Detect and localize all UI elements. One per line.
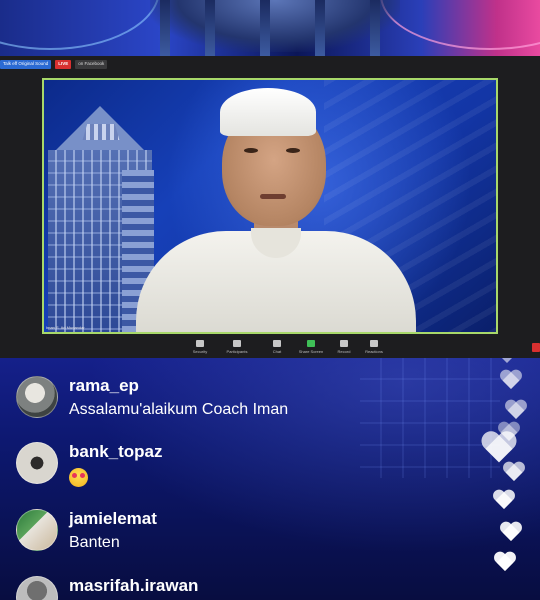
record-icon	[340, 340, 348, 347]
shield-icon	[196, 340, 204, 347]
participants-icon	[233, 340, 241, 347]
end-meeting-button[interactable]	[532, 343, 540, 352]
heart-icon	[503, 462, 525, 482]
banner-pillar	[370, 0, 380, 56]
reactions-button[interactable]: Reactions	[357, 340, 391, 354]
banner-pillar	[160, 0, 170, 56]
heart-icon	[494, 552, 516, 572]
reactions-icon	[370, 340, 378, 347]
security-button[interactable]: Security	[183, 340, 217, 354]
participants-button[interactable]: Participants	[220, 340, 254, 354]
speaker-name-caption: Iman S. Ari Munandar	[46, 325, 85, 330]
live-badge: LIVE	[55, 59, 72, 69]
comment-item: jamielemat Banten	[16, 509, 157, 553]
record-button[interactable]: Record	[327, 340, 361, 354]
record-label: Record	[337, 349, 351, 354]
comment-item: masrifah.irawan	[16, 576, 198, 600]
facebook-chip: on Facebook	[75, 59, 108, 69]
background-grid	[360, 358, 500, 478]
banner-pillar	[260, 0, 270, 56]
reactions-label: Reactions	[365, 349, 383, 354]
heart-icon	[500, 370, 522, 390]
top-banner	[0, 0, 540, 58]
avatar[interactable]	[16, 376, 58, 418]
chat-button[interactable]: Chat	[260, 340, 294, 354]
participants-label: Participants	[226, 349, 248, 354]
heart-icon	[496, 358, 518, 364]
comment-message: Assalamu'alaikum Coach Iman	[69, 401, 289, 418]
comment-username[interactable]: masrifah.irawan	[69, 576, 198, 596]
banner-arc	[380, 0, 540, 50]
comment-message	[69, 466, 163, 493]
comment-item: bank_topaz	[16, 442, 163, 493]
avatar[interactable]	[16, 576, 58, 600]
chat-icon	[273, 340, 281, 347]
heart-icon	[481, 432, 516, 464]
speaker-figure	[136, 86, 416, 332]
avatar[interactable]	[16, 509, 58, 551]
comment-username[interactable]: bank_topaz	[69, 442, 163, 462]
comment-message: Banten	[69, 534, 120, 551]
banner-pillar	[205, 0, 215, 56]
chat-label: Chat	[272, 349, 282, 354]
heart-icon	[493, 490, 515, 510]
zoom-top-bar: Talk eff Original Sound LIVE on Facebook	[0, 56, 540, 72]
heart-icon	[505, 400, 527, 420]
share-screen-label: Share Screen	[298, 349, 324, 354]
share-screen-icon	[307, 340, 315, 347]
heart-eyes-emoji-icon	[69, 468, 88, 487]
comment-username[interactable]: rama_ep	[69, 376, 288, 396]
avatar[interactable]	[16, 442, 58, 484]
heart-icon	[500, 522, 522, 542]
security-label: Security	[192, 349, 208, 354]
zoom-toolbar: Security Participants Chat Share Screen …	[0, 338, 540, 358]
original-sound-chip[interactable]: Talk eff Original Sound	[0, 59, 52, 69]
comment-item: rama_ep Assalamu'alaikum Coach Iman	[16, 376, 288, 420]
speaker-video[interactable]: Iman S. Ari Munandar	[42, 78, 498, 334]
banner-dome	[150, 0, 400, 52]
banner-pillar	[315, 0, 325, 56]
share-screen-button[interactable]: Share Screen	[294, 340, 328, 354]
banner-arc	[0, 0, 160, 50]
zoom-window: Talk eff Original Sound LIVE on Facebook…	[0, 56, 540, 358]
comment-username[interactable]: jamielemat	[69, 509, 157, 529]
live-comments-panel: rama_ep Assalamu'alaikum Coach Iman bank…	[0, 358, 540, 600]
